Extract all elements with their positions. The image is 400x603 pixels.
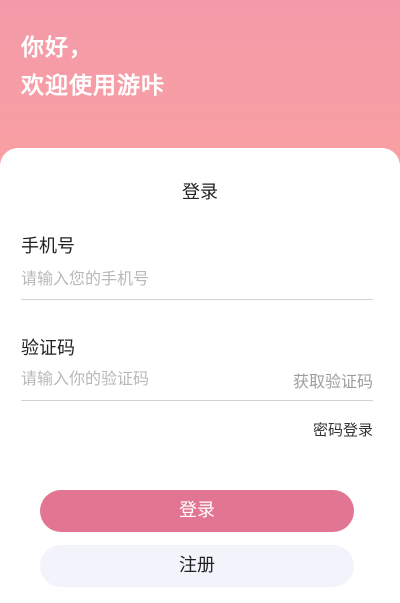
welcome-text: 欢迎使用游咔 <box>21 73 165 99</box>
phone-input[interactable] <box>21 264 373 292</box>
code-divider <box>21 400 373 401</box>
password-login-link[interactable]: 密码登录 <box>313 419 373 440</box>
get-code-button[interactable]: 获取验证码 <box>293 368 373 392</box>
greeting-text: 你好， <box>21 35 93 61</box>
phone-label: 手机号 <box>21 236 75 257</box>
code-label: 验证码 <box>21 338 75 359</box>
login-button[interactable]: 登录 <box>40 490 354 532</box>
register-button[interactable]: 注册 <box>40 545 354 587</box>
verification-code-input[interactable] <box>21 364 271 392</box>
page-title: 登录 <box>182 182 218 203</box>
phone-divider <box>21 299 373 300</box>
login-card: 登录 手机号 验证码 获取验证码 密码登录 登录 注册 <box>0 148 400 603</box>
